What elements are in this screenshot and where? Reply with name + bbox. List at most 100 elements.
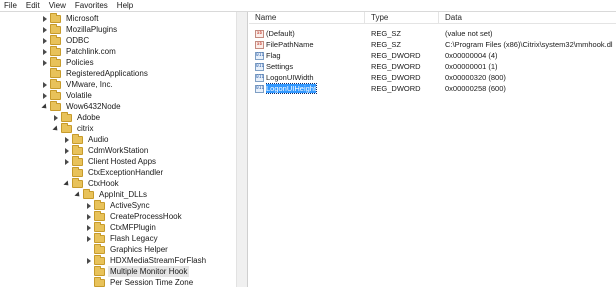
tree-item[interactable]: CreateProcessHook: [85, 210, 184, 222]
tree-item[interactable]: Client Hosted Apps: [63, 155, 158, 167]
no-expander: [63, 167, 71, 178]
value-name-cell: LogonUIHeight: [266, 83, 365, 94]
value-row[interactable]: ab (Default) REG_SZ (value not set): [249, 28, 616, 39]
value-name: LogonUIWidth: [266, 73, 314, 82]
expanded-arrow-icon[interactable]: [52, 123, 60, 134]
folder-icon: [94, 265, 105, 276]
tree-item[interactable]: Volatile: [41, 89, 94, 101]
folder-icon: [50, 12, 61, 23]
column-header-type[interactable]: Type: [365, 12, 439, 24]
collapsed-arrow-icon[interactable]: [85, 255, 93, 266]
tree-item-label: Flash Legacy: [110, 234, 158, 243]
tree-item[interactable]: Audio: [63, 133, 110, 145]
registry-tree[interactable]: Microsoft MozillaPlugins ODBC Patchlink.com…: [0, 12, 248, 287]
folder-icon: [50, 23, 61, 34]
tree-item-label: CtxExceptionHandler: [88, 168, 164, 177]
value-name: FilePathName: [266, 40, 314, 49]
collapsed-arrow-icon[interactable]: [41, 79, 49, 90]
tree-item[interactable]: citrix: [52, 122, 95, 134]
folder-icon: [72, 133, 83, 144]
tree-item-label: Volatile: [66, 91, 92, 100]
collapsed-arrow-icon[interactable]: [41, 46, 49, 57]
collapsed-arrow-icon[interactable]: [85, 200, 93, 211]
tree-scrollbar[interactable]: [236, 12, 247, 287]
tree-item[interactable]: AppInit_DLLs: [74, 188, 149, 200]
tree-item[interactable]: Multiple Monitor Hook: [85, 265, 190, 277]
tree-item[interactable]: Flash Legacy: [85, 232, 160, 244]
folder-icon: [94, 254, 105, 265]
value-data: 0x00000320 (800): [445, 73, 506, 82]
column-header-data[interactable]: Data: [439, 12, 616, 24]
tree-item-label: CdmWorkStation: [88, 146, 149, 155]
tree-item[interactable]: CtxHook: [63, 177, 121, 189]
tree-item[interactable]: MozillaPlugins: [41, 23, 119, 35]
tree-item[interactable]: CdmWorkStation: [63, 144, 150, 156]
folder-icon: [50, 34, 61, 45]
collapsed-arrow-icon[interactable]: [63, 145, 71, 156]
folder-icon: [50, 45, 61, 56]
value-row[interactable]: 011 LogonUIWidth REG_DWORD 0x00000320 (800): [249, 72, 616, 83]
value-type: REG_SZ: [371, 40, 402, 49]
collapsed-arrow-icon[interactable]: [41, 24, 49, 35]
tree-item[interactable]: ActiveSync: [85, 199, 152, 211]
expanded-arrow-icon[interactable]: [41, 101, 49, 112]
collapsed-arrow-icon[interactable]: [63, 134, 71, 145]
value-data: 0x00000258 (600): [445, 84, 506, 93]
tree-item[interactable]: Patchlink.com: [41, 45, 118, 57]
tree-item-label: CtxMFPlugin: [110, 223, 156, 232]
value-row[interactable]: 011 Flag REG_DWORD 0x00000004 (4): [249, 50, 616, 61]
menu-edit[interactable]: Edit: [26, 0, 40, 12]
tree-item[interactable]: Wow6432Node: [41, 100, 123, 112]
collapsed-arrow-icon[interactable]: [85, 222, 93, 233]
collapsed-arrow-icon[interactable]: [41, 13, 49, 24]
menu-view[interactable]: View: [49, 0, 66, 12]
collapsed-arrow-icon[interactable]: [85, 211, 93, 222]
value-type: REG_DWORD: [371, 51, 421, 60]
dword-value-icon: 011: [255, 85, 265, 93]
menu-help[interactable]: Help: [117, 0, 133, 12]
tree-item-label: Audio: [88, 135, 109, 144]
value-row[interactable]: 011 Settings REG_DWORD 0x00000001 (1): [249, 61, 616, 72]
tree-item[interactable]: ODBC: [41, 34, 91, 46]
no-expander: [41, 68, 49, 79]
folder-icon: [72, 166, 83, 177]
folder-icon: [61, 111, 72, 122]
folder-icon: [50, 89, 61, 100]
tree-item[interactable]: RegisteredApplications: [41, 67, 150, 79]
value-name: (Default): [266, 29, 295, 38]
value-name: Settings: [266, 62, 294, 71]
value-row[interactable]: ab FilePathName REG_SZ C:\Program Files (x8…: [249, 39, 616, 50]
tree-item-label: VMware, Inc.: [66, 80, 113, 89]
column-header-name[interactable]: Name: [249, 12, 365, 24]
tree-item-label: citrix: [77, 124, 94, 133]
values-list[interactable]: Name Type Data ab (Default) REG_SZ (value n…: [249, 12, 616, 287]
collapsed-arrow-icon[interactable]: [41, 57, 49, 68]
tree-item-label: ODBC: [66, 36, 90, 45]
value-data: (value not set): [445, 29, 493, 38]
list-header: Name Type Data: [249, 12, 616, 24]
value-name-cell: Settings: [266, 61, 365, 72]
tree-item[interactable]: VMware, Inc.: [41, 78, 115, 90]
tree-item[interactable]: Microsoft: [41, 12, 100, 24]
expanded-arrow-icon[interactable]: [63, 178, 71, 189]
menu-file[interactable]: File: [4, 0, 17, 12]
collapsed-arrow-icon[interactable]: [41, 35, 49, 46]
value-row[interactable]: 011 LogonUIHeight REG_DWORD 0x00000258 (600…: [249, 83, 616, 94]
collapsed-arrow-icon[interactable]: [85, 233, 93, 244]
tree-item[interactable]: HDXMediaStreamForFlash: [85, 254, 208, 266]
collapsed-arrow-icon[interactable]: [41, 90, 49, 101]
tree-item[interactable]: CtxExceptionHandler: [63, 166, 165, 178]
tree-item[interactable]: Policies: [41, 56, 96, 68]
tree-item[interactable]: CtxMFPlugin: [85, 221, 158, 233]
tree-item[interactable]: Graphics Helper: [85, 243, 170, 255]
tree-item[interactable]: Adobe: [52, 111, 102, 123]
folder-icon: [94, 243, 105, 254]
collapsed-arrow-icon[interactable]: [52, 112, 60, 123]
tree-item[interactable]: Per Session Time Zone: [85, 276, 195, 287]
collapsed-arrow-icon[interactable]: [63, 156, 71, 167]
expanded-arrow-icon[interactable]: [74, 189, 82, 200]
tree-item-label: MozillaPlugins: [66, 25, 118, 34]
tree-item-label: Adobe: [77, 113, 101, 122]
dword-value-icon: 011: [255, 63, 265, 71]
menu-favorites[interactable]: Favorites: [75, 0, 108, 12]
